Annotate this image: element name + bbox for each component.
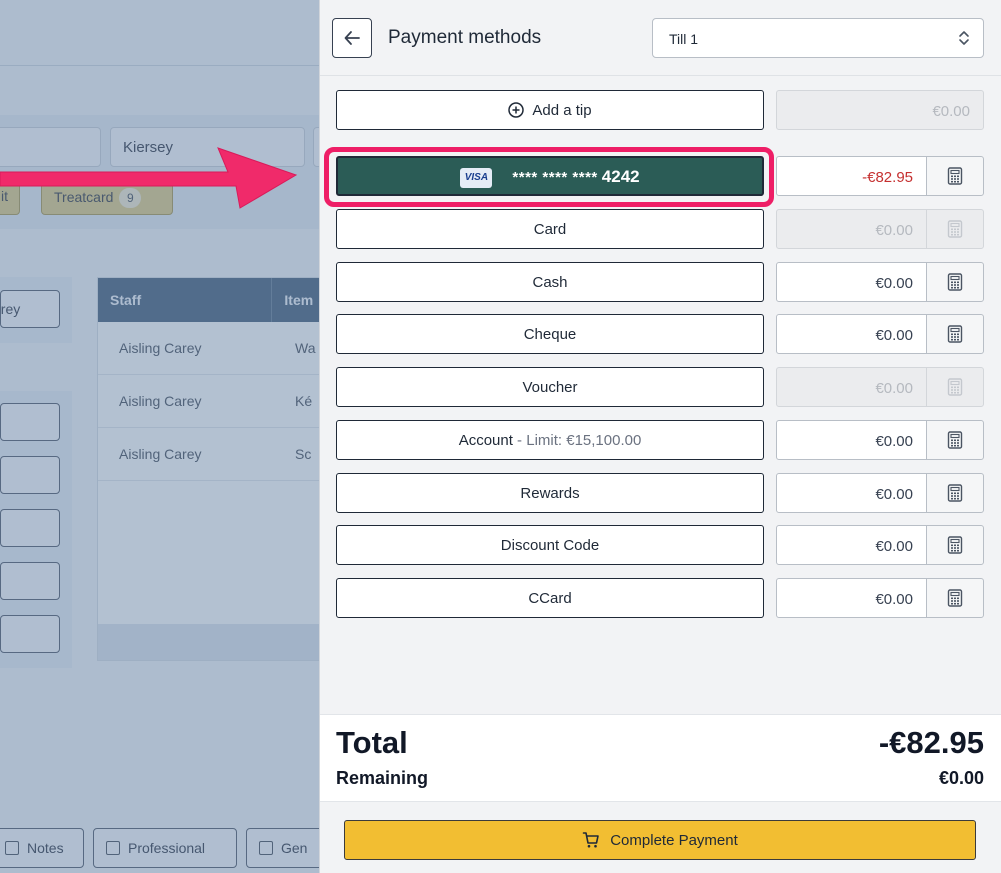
payment-methods-drawer: Payment methods Till 1 Add a tip €0.00 V… bbox=[319, 0, 1001, 873]
arrow-left-icon bbox=[344, 31, 360, 45]
payment-method-row-account: Account - Limit: €15,100.00 €0.00 bbox=[336, 419, 984, 460]
saved-card-amount-input[interactable]: -€82.95 bbox=[776, 156, 927, 196]
voucher-amount-input: €0.00 bbox=[776, 367, 927, 408]
payment-method-cheque-button[interactable]: Cheque bbox=[336, 314, 764, 355]
card-amount-input: €0.00 bbox=[776, 209, 927, 249]
calculator-button[interactable] bbox=[926, 261, 984, 302]
calculator-button bbox=[926, 367, 984, 408]
totals-panel: Total -€82.95 Remaining €0.00 bbox=[320, 714, 1001, 802]
annotation-arrow-icon bbox=[0, 147, 298, 209]
cart-icon bbox=[582, 832, 600, 848]
calculator-icon bbox=[947, 220, 963, 238]
method-label: Cheque bbox=[523, 326, 577, 344]
calculator-button[interactable] bbox=[926, 419, 984, 460]
calculator-icon bbox=[947, 325, 963, 344]
payment-method-cash-button[interactable]: Cash bbox=[336, 261, 764, 302]
drawer-header: Payment methods Till 1 bbox=[320, 0, 1001, 76]
plus-circle-icon bbox=[508, 102, 525, 118]
method-label: Card bbox=[533, 221, 567, 238]
payment-method-card-button[interactable]: Card bbox=[336, 209, 764, 249]
payment-method-ccard-button[interactable]: CCard bbox=[336, 577, 764, 618]
calculator-icon bbox=[947, 167, 963, 185]
payment-method-row-rewards: Rewards €0.00 bbox=[336, 472, 984, 513]
account-amount-input[interactable]: €0.00 bbox=[776, 419, 927, 460]
calculator-button[interactable] bbox=[926, 525, 984, 566]
calculator-button[interactable] bbox=[926, 156, 984, 196]
calculator-icon bbox=[947, 536, 963, 554]
calculator-button[interactable] bbox=[926, 577, 984, 618]
payment-method-row-cheque: Cheque €0.00 bbox=[336, 314, 984, 355]
calculator-icon bbox=[947, 589, 963, 607]
add-tip-button[interactable]: Add a tip bbox=[336, 90, 764, 130]
payment-method-row-voucher: Voucher €0.00 bbox=[336, 367, 984, 408]
add-tip-label: Add a tip bbox=[532, 102, 592, 119]
select-chevron-icon bbox=[959, 31, 969, 45]
payment-method-row-discount-code: Discount Code €0.00 bbox=[336, 525, 984, 566]
calculator-icon bbox=[947, 483, 963, 502]
payment-method-row-cash: Cash €0.00 bbox=[336, 261, 984, 302]
calculator-icon bbox=[947, 378, 963, 396]
discount-code-amount-input[interactable]: €0.00 bbox=[776, 525, 927, 566]
method-label: Account bbox=[458, 431, 513, 449]
back-button[interactable] bbox=[332, 18, 372, 58]
tip-row: Add a tip €0.00 bbox=[336, 90, 984, 130]
page-title: Payment methods bbox=[388, 27, 542, 48]
remaining-value: €0.00 bbox=[938, 768, 984, 788]
method-label: Cash bbox=[532, 273, 568, 291]
tip-amount-input: €0.00 bbox=[776, 90, 984, 130]
calculator-button[interactable] bbox=[926, 314, 984, 355]
method-label: Rewards bbox=[520, 484, 580, 502]
calculator-icon bbox=[947, 431, 963, 449]
till-select[interactable]: Till 1 bbox=[652, 18, 984, 58]
total-label: Total bbox=[336, 725, 408, 760]
ccard-amount-input[interactable]: €0.00 bbox=[776, 577, 927, 618]
payment-method-row-ccard: CCard €0.00 bbox=[336, 577, 984, 618]
till-select-value: Till 1 bbox=[669, 31, 699, 47]
calculator-button bbox=[926, 209, 984, 249]
calculator-icon bbox=[947, 272, 963, 291]
calculator-button[interactable] bbox=[926, 472, 984, 513]
method-label: CCard bbox=[528, 589, 572, 607]
method-label: Discount Code bbox=[500, 537, 600, 555]
method-sublabel: - Limit: €15,100.00 bbox=[512, 431, 642, 449]
cheque-amount-input[interactable]: €0.00 bbox=[776, 314, 927, 355]
payment-method-voucher-button[interactable]: Voucher bbox=[336, 367, 764, 408]
payment-method-discount-code-button[interactable]: Discount Code bbox=[336, 525, 764, 566]
complete-payment-button[interactable]: Complete Payment bbox=[344, 820, 976, 860]
payment-method-row-card: Card €0.00 bbox=[336, 209, 984, 249]
remaining-label: Remaining bbox=[336, 768, 429, 788]
payment-method-account-button[interactable]: Account - Limit: €15,100.00 bbox=[336, 419, 764, 460]
cash-amount-input[interactable]: €0.00 bbox=[776, 261, 927, 302]
method-label: Voucher bbox=[522, 379, 578, 397]
complete-payment-label: Complete Payment bbox=[610, 831, 738, 849]
highlight-box bbox=[324, 147, 774, 207]
payment-method-rewards-button[interactable]: Rewards bbox=[336, 472, 764, 513]
total-value: -€82.95 bbox=[878, 725, 984, 760]
rewards-amount-input[interactable]: €0.00 bbox=[776, 472, 927, 513]
